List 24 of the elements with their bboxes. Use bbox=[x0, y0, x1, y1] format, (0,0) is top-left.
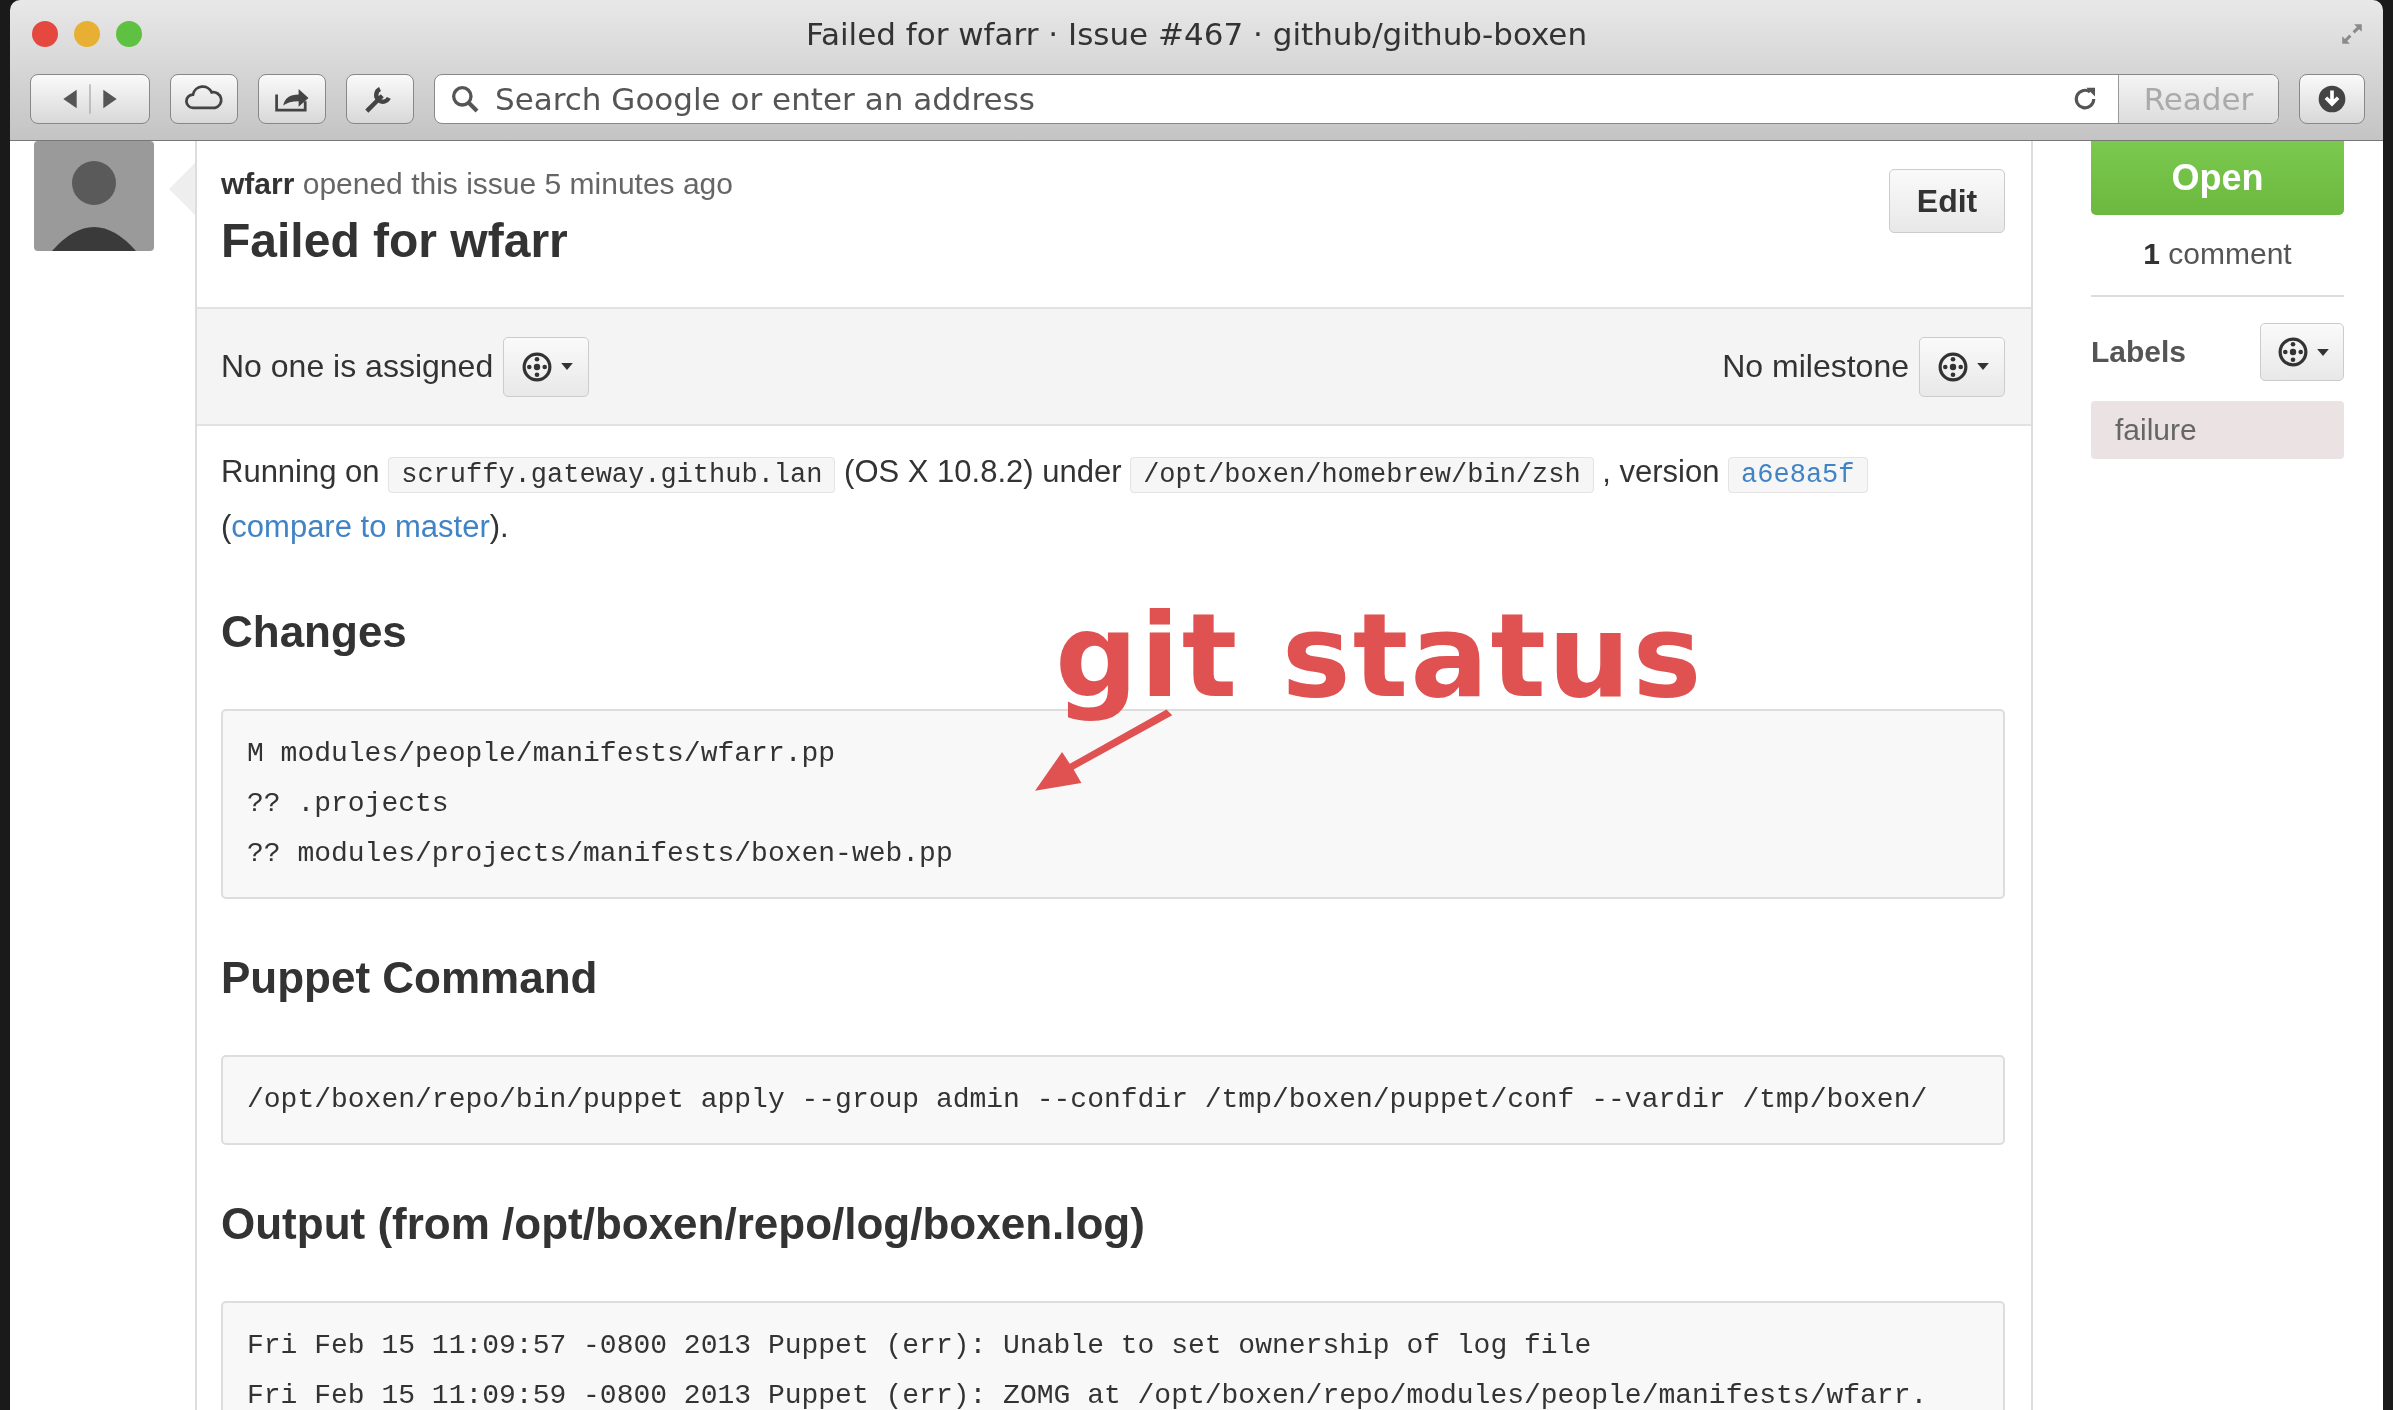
code-block: /opt/boxen/repo/bin/puppet apply --group admin --confdir /tmp/boxen/puppet/conf --vardir /tmp/boxen/ bbox=[221, 1055, 2005, 1145]
window-title: Failed for wfarr · Issue #467 · github/github-boxen bbox=[804, 16, 1589, 52]
assignee-text: No one is assigned bbox=[221, 348, 494, 385]
paragraph-text: (OS X 10.8.2) under bbox=[844, 454, 1122, 489]
label-tag[interactable]: failure bbox=[2091, 401, 2344, 459]
comment-count: 1 comment bbox=[2142, 237, 2293, 271]
commit-sha-link[interactable]: a6e8a5f bbox=[1728, 457, 1868, 493]
labels-heading: Labels bbox=[2091, 335, 2187, 369]
section-heading: Changes bbox=[221, 607, 407, 657]
paragraph-text: Running on bbox=[221, 454, 380, 489]
paragraph-text: , version bbox=[1602, 454, 1720, 489]
issue-title: Failed for wfarr bbox=[221, 213, 568, 268]
milestone-text: No milestone bbox=[1722, 348, 1909, 385]
inline-code: /opt/boxen/homebrew/bin/zsh bbox=[1130, 457, 1594, 493]
section-heading: Output (from /opt/boxen/repo/log/boxen.log) bbox=[221, 1199, 1145, 1249]
paragraph-text: ( bbox=[221, 509, 232, 544]
code-block: Fri Feb 15 11:09:57 -0800 2013 Puppet (err): Unable to set ownership of log file Fri Feb 15 11:09:59 -0800 2013 Puppet (err): ZOMG at /opt/boxen/repo/modules/people/manifests/wfarr. bbox=[221, 1301, 2005, 1410]
edit-button[interactable]: Edit bbox=[1889, 169, 2005, 233]
compare-link[interactable]: compare to master bbox=[231, 509, 490, 544]
inline-code: scruffy.gateway.github.lan bbox=[388, 457, 836, 493]
issue-state-badge: Open bbox=[2091, 141, 2344, 215]
issue-byline: wfarr opened this issue 5 minutes ago bbox=[221, 167, 733, 201]
section-heading: Puppet Command bbox=[221, 953, 598, 1003]
paragraph-text: ). bbox=[489, 509, 509, 544]
